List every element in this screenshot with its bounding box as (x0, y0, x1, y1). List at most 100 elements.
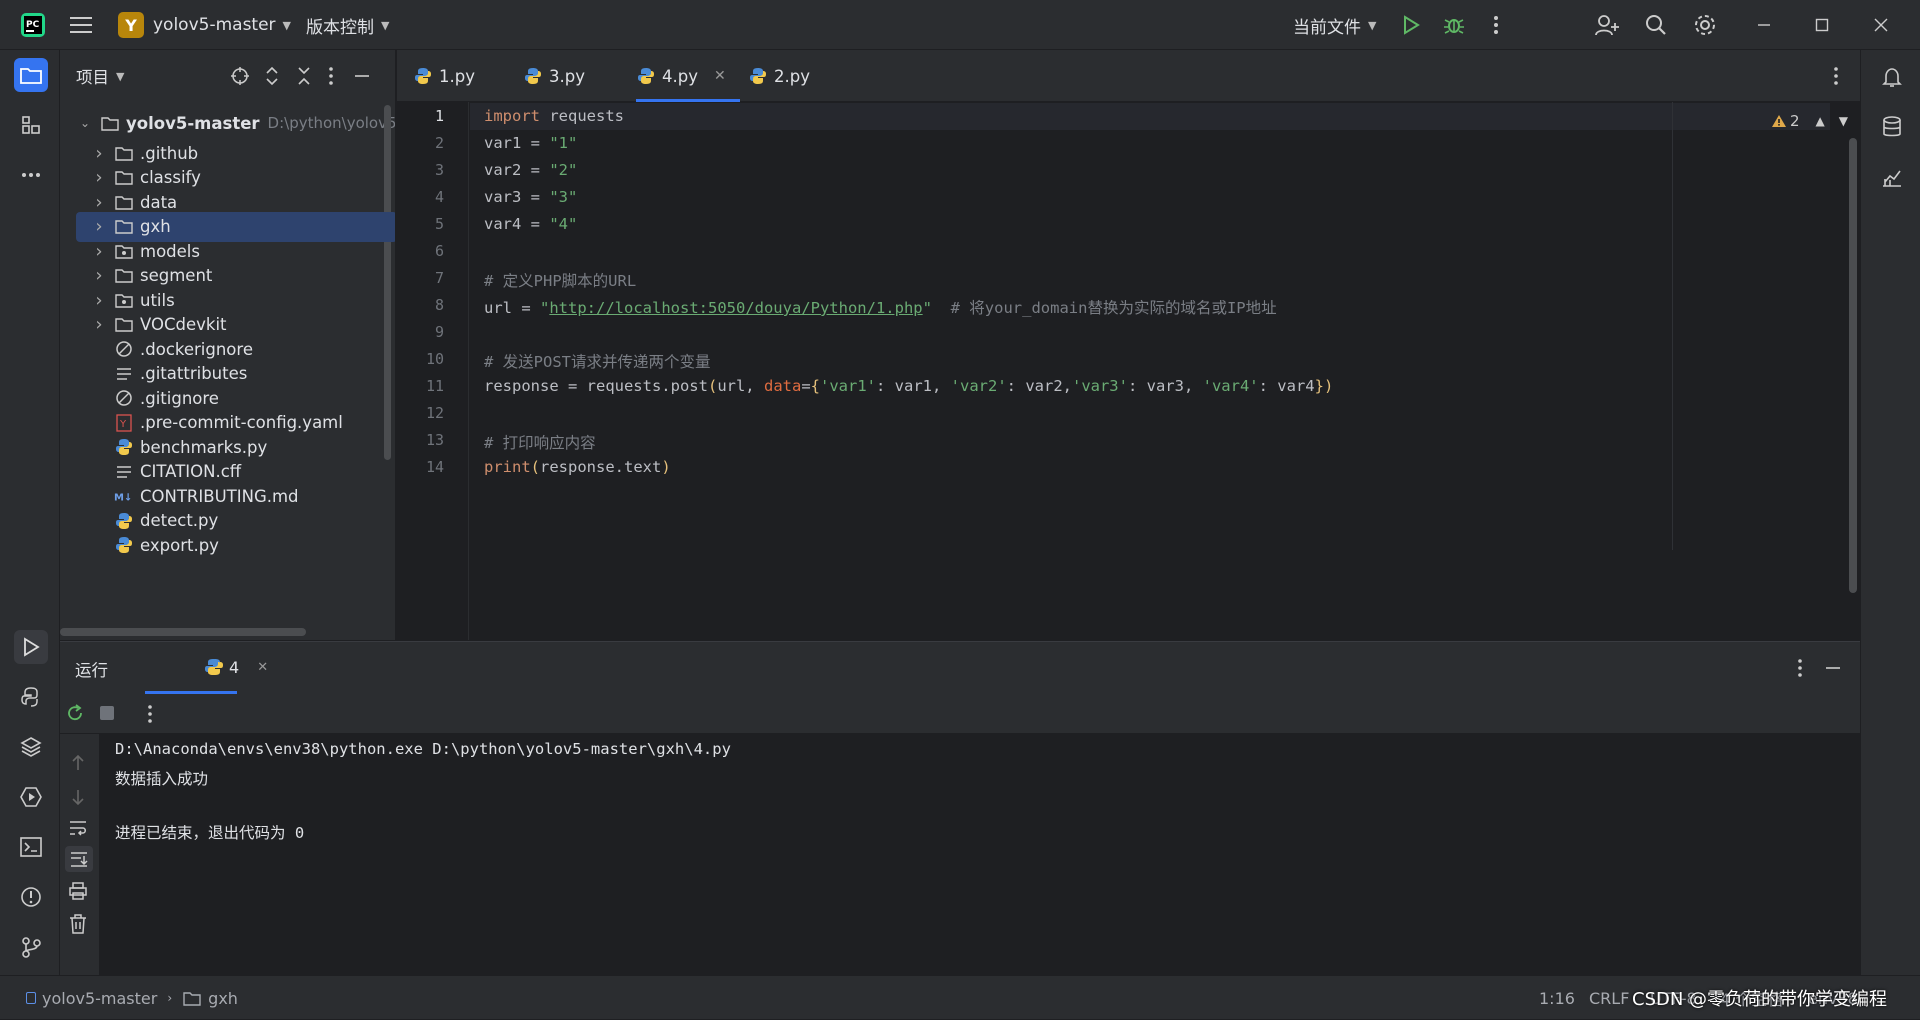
line-number: 8 (434, 296, 444, 314)
minimize-button[interactable] (1749, 10, 1779, 40)
print-button[interactable] (68, 882, 88, 900)
close-icon (1874, 18, 1888, 32)
run-more-button[interactable] (147, 704, 153, 724)
tree-root[interactable]: ⌄ yolov5-master D:\python\yolov5- (60, 108, 395, 138)
tab-options-button[interactable] (1833, 66, 1839, 86)
chevron-right-icon[interactable]: › (92, 167, 106, 188)
line-number: 13 (425, 431, 444, 449)
database-button[interactable] (1875, 110, 1909, 144)
hide-run-panel-button[interactable] (1825, 658, 1841, 678)
inspection-widget[interactable]: 2 ▲ ▼ (1771, 110, 1848, 132)
vcs-menu[interactable]: 版本控制 ▼ (306, 0, 389, 50)
bug-icon (1444, 19, 1464, 34)
code-line-1: import requests (484, 107, 624, 125)
rerun-button[interactable] (65, 703, 85, 723)
debug-button[interactable] (1439, 10, 1469, 40)
add-user-button[interactable] (1592, 10, 1622, 40)
run-panel: 运行 4 ✕ D:\Anaconda\envs\env38\python.exe… (60, 641, 1860, 976)
search-button[interactable] (1641, 10, 1671, 40)
hide-panel-button[interactable] (354, 66, 370, 86)
breadcrumb-folder[interactable]: gxh (208, 989, 238, 1008)
line-number: 6 (434, 242, 444, 260)
collapse-all-button[interactable] (296, 66, 312, 86)
close-tab-icon[interactable]: ✕ (257, 660, 268, 675)
url-link[interactable]: http://localhost:5050/douya/Python/1.php (549, 299, 922, 317)
clear-output-button[interactable] (69, 914, 87, 934)
caret-position[interactable]: 1:16 (1539, 976, 1575, 1020)
chevron-right-icon[interactable]: › (92, 265, 106, 286)
close-tab-icon[interactable]: ✕ (714, 68, 726, 84)
soft-wrap-button[interactable] (68, 819, 88, 837)
tree-item-label: .dockerignore (140, 339, 253, 359)
locate-file-button[interactable] (230, 66, 250, 86)
chevron-down-icon[interactable]: ⌄ (78, 116, 92, 130)
title-bar: PC Y yolov5-master ▼ 版本控制 ▼ 当前文件 ▼ (0, 0, 1920, 50)
chevron-down-icon: ▼ (381, 18, 390, 32)
chevron-right-icon[interactable]: › (92, 216, 106, 237)
chevron-up-icon[interactable]: ▲ (1816, 114, 1825, 128)
line-separator[interactable]: CRLF (1589, 976, 1629, 1020)
project-view-selector[interactable]: 项目 ▼ (76, 64, 124, 88)
line-number: 2 (434, 134, 444, 152)
more-tools-button[interactable] (14, 158, 48, 192)
scroll-to-end-button[interactable] (65, 846, 93, 872)
chevron-right-icon[interactable]: › (92, 192, 106, 213)
sciview-button[interactable] (1875, 160, 1909, 194)
chevron-right-icon[interactable]: › (92, 314, 106, 335)
chevron-down-icon: ▼ (1368, 18, 1377, 32)
run-tool-button[interactable] (14, 630, 48, 664)
hamburger-icon (70, 17, 92, 33)
line-number: 7 (434, 269, 444, 287)
git-button[interactable] (14, 930, 48, 964)
project-options-button[interactable] (328, 66, 334, 86)
breadcrumb-project[interactable]: yolov5-master (42, 989, 157, 1008)
run-button[interactable] (1396, 10, 1426, 40)
structure-tool-button[interactable] (14, 108, 48, 142)
project-tool-button[interactable] (14, 58, 48, 92)
minimize-icon (355, 75, 369, 77)
tree-item-export-py[interactable]: export.py (60, 530, 395, 560)
line-number: 9 (434, 323, 444, 341)
settings-button[interactable] (1690, 10, 1720, 40)
python-console-button[interactable] (14, 680, 48, 714)
problems-button[interactable] (14, 880, 48, 914)
horizontal-scrollbar[interactable] (60, 628, 306, 636)
code-view[interactable]: import requests var1 = "1" var2 = "2" va… (470, 102, 1830, 640)
python-file-icon (523, 66, 543, 86)
more-vertical-icon (1798, 659, 1802, 677)
code-line-3: var2 = "2" (484, 161, 578, 179)
notifications-button[interactable] (1875, 60, 1909, 94)
app-logo-icon[interactable]: PC (20, 0, 46, 50)
tab-4-py[interactable]: 4.py ✕ (636, 50, 740, 102)
tab-1-py[interactable]: 1.py (413, 50, 475, 102)
editor-scrollbar[interactable] (1849, 138, 1857, 593)
scroll-down-button[interactable] (70, 788, 86, 806)
close-window-button[interactable] (1866, 10, 1896, 40)
tab-2-py[interactable]: 2.py (748, 50, 810, 102)
svg-text:Y: Y (119, 419, 127, 430)
output-line-4: 进程已结束，退出代码为 0 (115, 824, 305, 842)
python-file-icon (114, 511, 134, 531)
maximize-button[interactable] (1807, 10, 1837, 40)
services-button[interactable] (14, 780, 48, 814)
chevron-right-icon[interactable]: › (92, 241, 106, 262)
svg-text:M↓: M↓ (114, 493, 132, 503)
main-menu-button[interactable] (70, 0, 92, 50)
run-options-button[interactable] (1797, 658, 1803, 678)
run-config-selector[interactable]: 当前文件 ▼ (1293, 0, 1376, 50)
tree-item-label: data (140, 192, 178, 212)
expand-all-button[interactable] (264, 66, 280, 86)
more-vertical-icon (148, 705, 152, 723)
tab-3-py[interactable]: 3.py (523, 50, 585, 102)
chevron-right-icon[interactable]: › (92, 143, 106, 164)
scroll-up-button[interactable] (70, 754, 86, 772)
git-branch-icon (22, 937, 41, 958)
project-selector[interactable]: Y yolov5-master ▼ (118, 0, 291, 50)
chevron-right-icon[interactable]: › (92, 290, 106, 311)
output-line-2: 数据插入成功 (115, 770, 209, 788)
stop-icon[interactable] (100, 706, 114, 720)
python-packages-button[interactable] (14, 730, 48, 764)
more-actions-button[interactable] (1481, 10, 1511, 40)
chevron-down-icon[interactable]: ▼ (1839, 114, 1848, 128)
terminal-button[interactable] (14, 830, 48, 864)
